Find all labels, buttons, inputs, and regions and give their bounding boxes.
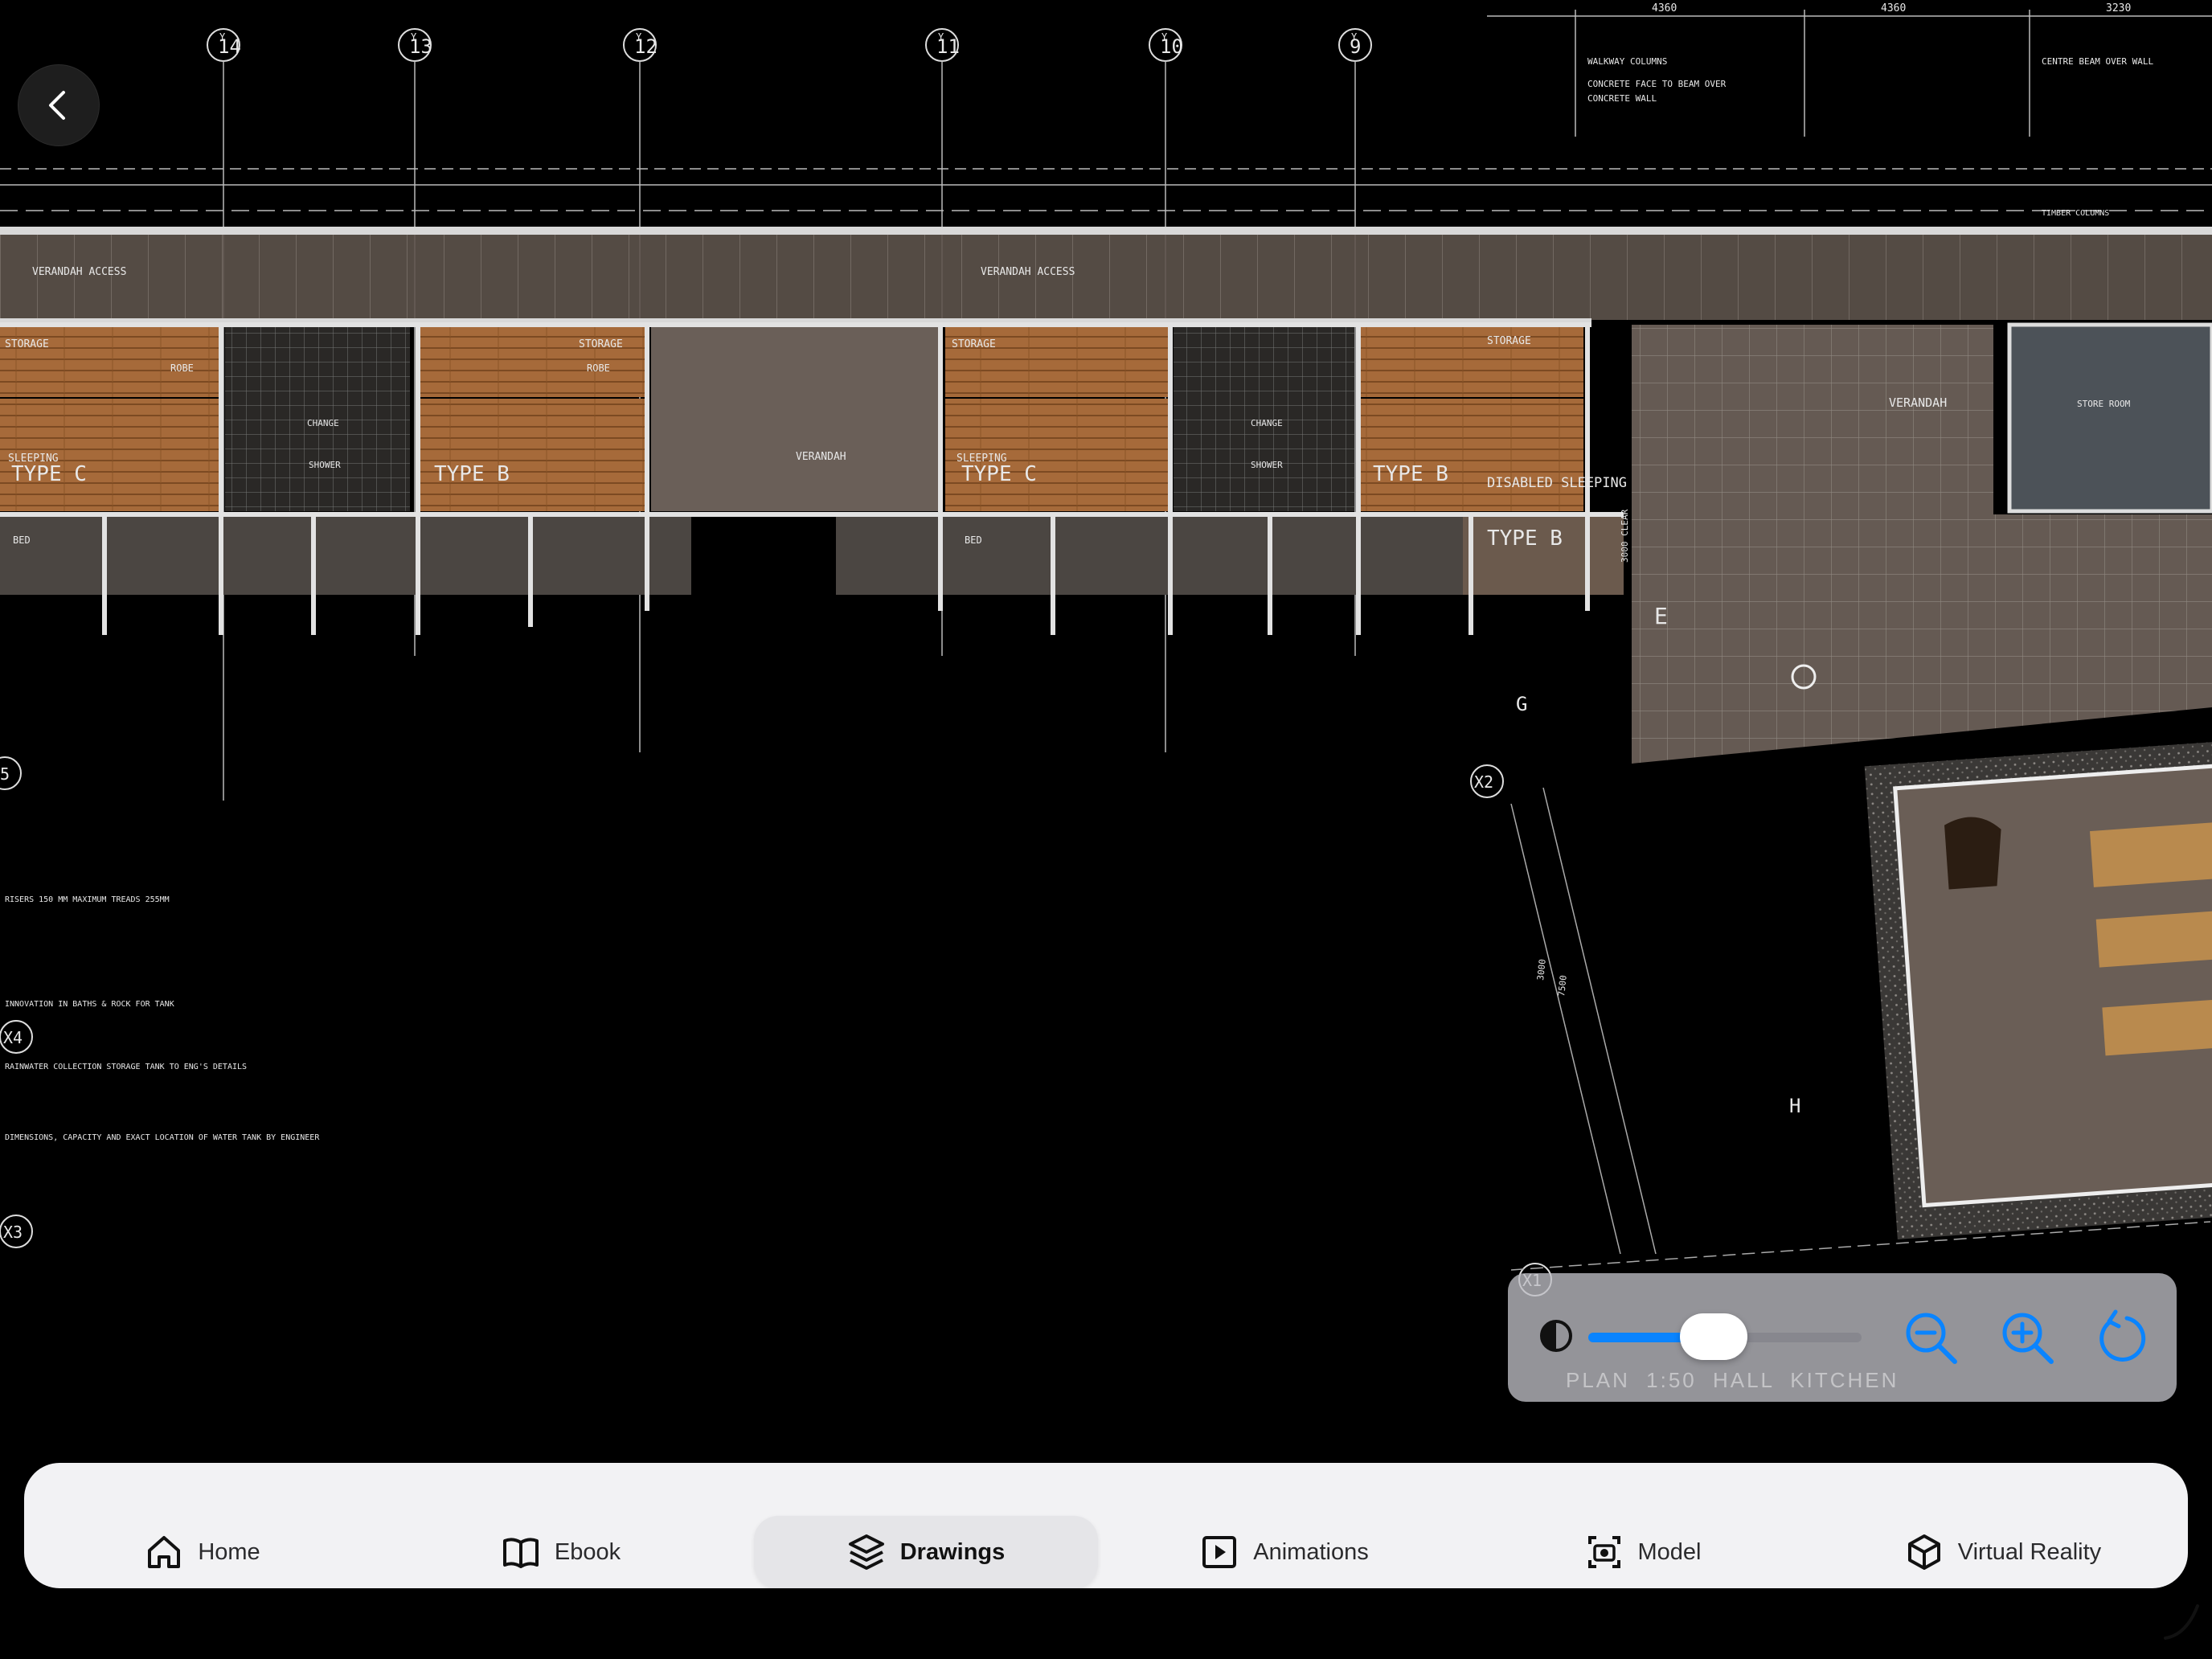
camera-icon: [1587, 1536, 1620, 1568]
svg-text:ROBE: ROBE: [587, 363, 610, 374]
viewer-controls-panel: PLAN 1:50 HALL KITCHEN: [1508, 1273, 2177, 1402]
tab-ebook[interactable]: Ebook: [389, 1516, 733, 1588]
tab-model[interactable]: Model: [1471, 1516, 1815, 1588]
svg-text:BED: BED: [965, 535, 982, 546]
svg-text:3000 CLEAR: 3000 CLEAR: [1620, 509, 1630, 563]
svg-text:CHANGE: CHANGE: [1251, 418, 1283, 428]
svg-text:X4: X4: [3, 1028, 23, 1047]
svg-text:G: G: [1516, 693, 1527, 715]
verandah-right: [1632, 322, 2212, 764]
tab-label: Model: [1637, 1538, 1702, 1565]
svg-text:X2: X2: [1474, 772, 1493, 792]
svg-text:CONCRETE WALL: CONCRETE WALL: [1587, 93, 1657, 104]
zoom-out-icon[interactable]: [1900, 1307, 1961, 1368]
svg-text:TYPE C: TYPE C: [11, 462, 87, 486]
svg-text:CHANGE: CHANGE: [307, 418, 339, 428]
svg-text:SHOWER: SHOWER: [1251, 460, 1283, 470]
chevron-left-icon: [49, 91, 65, 120]
svg-text:TYPE B: TYPE B: [1373, 462, 1448, 486]
grid-prefix: Y: [636, 31, 642, 43]
left-notes: RISERS 150 MM MAXIMUM TREADS 255MM INNOV…: [5, 895, 320, 1142]
back-button[interactable]: [18, 64, 100, 146]
tab-label: Ebook: [554, 1538, 621, 1565]
svg-text:ROBE: ROBE: [170, 363, 194, 374]
tab-home[interactable]: Home: [31, 1516, 375, 1588]
svg-text:VERANDAH ACCESS: VERANDAH ACCESS: [32, 266, 126, 278]
grid-prefix: Y: [938, 31, 944, 43]
tab-virtual-reality[interactable]: Virtual Reality: [1831, 1516, 2175, 1588]
play-icon: [1202, 1536, 1237, 1568]
svg-text:WALKWAY COLUMNS: WALKWAY COLUMNS: [1587, 56, 1667, 67]
svg-text:STORAGE: STORAGE: [952, 338, 996, 350]
svg-text:7500: 7500: [1556, 975, 1569, 997]
svg-text:STORAGE: STORAGE: [5, 338, 49, 350]
book-icon: [502, 1538, 539, 1568]
svg-text:SHOWER: SHOWER: [309, 460, 341, 470]
tab-label: Drawings: [899, 1538, 1006, 1565]
contrast-icon[interactable]: [1538, 1318, 1574, 1354]
svg-text:DIMENSIONS, CAPACITY AND EXACT: DIMENSIONS, CAPACITY AND EXACT LOCATION …: [5, 1133, 320, 1142]
svg-text:VERANDAH ACCESS: VERANDAH ACCESS: [981, 266, 1075, 278]
top-dimensions: [0, 10, 2212, 211]
svg-text:TYPE B: TYPE B: [434, 462, 510, 486]
architectural-drawing[interactable]: 4360 4360 3230 WALKWAY COLUMNS CONCRETE …: [0, 0, 2212, 1463]
svg-text:TYPE B: TYPE B: [1487, 526, 1563, 551]
storage-rooms: [0, 325, 1583, 511]
tab-label: Animations: [1253, 1538, 1369, 1565]
svg-text:TYPE C: TYPE C: [961, 462, 1037, 486]
svg-text:STORE ROOM: STORE ROOM: [2077, 399, 2131, 409]
slider-thumb[interactable]: [1680, 1313, 1748, 1360]
tab-drawings[interactable]: Drawings: [754, 1516, 1098, 1588]
svg-text:E: E: [1654, 603, 1668, 629]
tab-label: Virtual Reality: [1957, 1538, 2102, 1565]
svg-text:STORAGE: STORAGE: [1487, 335, 1531, 347]
rotate-reset-icon[interactable]: [2091, 1307, 2153, 1368]
bottom-tab-bar: Home Ebook Drawings Animations Model Vir…: [24, 1463, 2188, 1588]
svg-text:VERANDAH: VERANDAH: [1889, 395, 1947, 410]
svg-text:3000: 3000: [1535, 959, 1548, 981]
svg-text:CONCRETE FACE TO BEAM OVER: CONCRETE FACE TO BEAM OVER: [1587, 79, 1727, 89]
layers-icon: [848, 1534, 884, 1570]
svg-text:VERANDAH: VERANDAH: [796, 451, 846, 463]
grid-prefix: Y: [1161, 31, 1168, 43]
house-icon: [148, 1536, 181, 1568]
opacity-slider[interactable]: [1588, 1313, 1862, 1360]
tab-label: Home: [198, 1538, 260, 1565]
svg-text:5: 5: [0, 764, 10, 784]
svg-text:X3: X3: [3, 1223, 23, 1242]
svg-text:BED: BED: [13, 535, 31, 546]
svg-text:RAINWATER COLLECTION STORAGE T: RAINWATER COLLECTION STORAGE TANK TO ENG…: [5, 1063, 247, 1071]
verandah-walkway: [0, 233, 2212, 320]
svg-text:3230: 3230: [2106, 2, 2131, 14]
grid-prefix: Y: [1351, 31, 1358, 43]
svg-text:4360: 4360: [1881, 2, 1906, 14]
svg-text:4360: 4360: [1652, 2, 1677, 14]
svg-text:INNOVATION IN BATHS & ROCK FOR: INNOVATION IN BATHS & ROCK FOR TANK: [5, 1000, 174, 1009]
svg-text:TIMBER COLUMNS: TIMBER COLUMNS: [2042, 209, 2109, 218]
svg-text:DISABLED SLEEPING: DISABLED SLEEPING: [1487, 475, 1627, 491]
zoom-in-icon[interactable]: [1997, 1307, 2058, 1368]
drawing-caption: PLAN 1:50 HALL KITCHEN: [1566, 1368, 1899, 1392]
tab-animations[interactable]: Animations: [1112, 1516, 1456, 1588]
resize-handle-icon: [2164, 1604, 2199, 1640]
cube-icon: [1907, 1534, 1940, 1570]
svg-text:RISERS 150 MM MAXIMUM TREADS 2: RISERS 150 MM MAXIMUM TREADS 255MM: [5, 895, 170, 904]
hall-block: [1864, 740, 2212, 1239]
svg-text:STORAGE: STORAGE: [579, 338, 623, 350]
top-dimension-labels: 4360 4360 3230 WALKWAY COLUMNS CONCRETE …: [1587, 2, 2153, 218]
grid-prefix: Y: [411, 31, 417, 43]
svg-text:H: H: [1789, 1095, 1800, 1117]
svg-text:CENTRE BEAM OVER WALL: CENTRE BEAM OVER WALL: [2042, 56, 2153, 67]
grid-prefix: Y: [219, 31, 226, 43]
